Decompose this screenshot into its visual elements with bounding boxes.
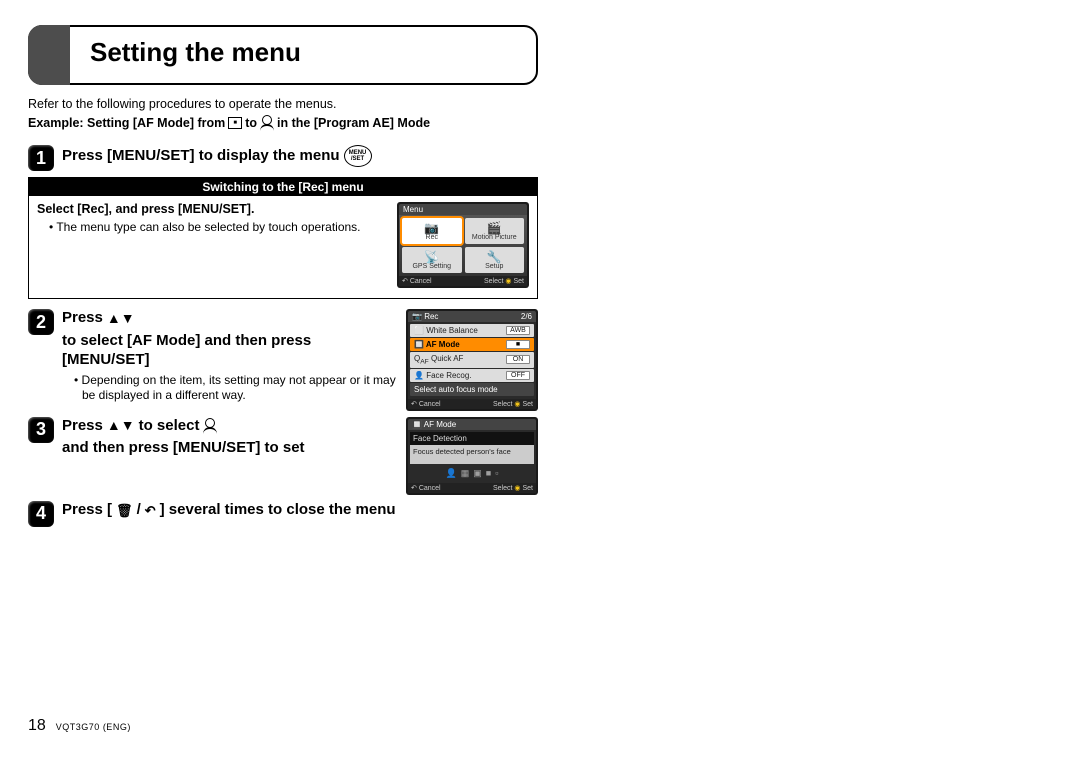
step-number-2: 2	[28, 309, 54, 335]
step-number-4: 4	[28, 501, 54, 527]
menu-tile-rec: 📷Rec	[402, 218, 462, 244]
single-af-icon: ■	[228, 117, 242, 129]
doc-code: VQT3G70 (ENG)	[56, 722, 131, 732]
page-number: 18	[28, 717, 46, 735]
menu-row-facerecog: 👤 Face Recog.OFF	[410, 369, 534, 382]
menu-tile-setup: 🔧Setup	[465, 247, 525, 273]
step-2-bullet: • Depending on the item, its setting may…	[74, 373, 396, 403]
trash-icon: 🗑	[116, 504, 133, 517]
camera-screen-rec-list: 📷 Rec 2/6 ⬜ White BalanceAWB 🔲 AF Mode■ …	[406, 309, 538, 411]
section-title: Setting the menu	[90, 37, 301, 68]
example-suffix: in the [Program AE] Mode	[277, 116, 430, 130]
menu-set-icon: MENU /SET	[344, 145, 372, 167]
example-line: Example: Setting [AF Mode] from ■ to in …	[28, 115, 538, 131]
rec-bullet: • The menu type can also be selected by …	[49, 220, 387, 235]
step-number-1: 1	[28, 145, 54, 171]
example-prefix: Example: Setting [AF Mode] from	[28, 116, 225, 130]
menu-row-afmode: 🔲 AF Mode■	[410, 338, 534, 351]
rec-box-title: Switching to the [Rec] menu	[29, 178, 537, 196]
menu-row-quickaf: QAF Quick AFON	[410, 352, 534, 368]
camera-screen-af-mode: 🔲 AF Mode Face Detection Focus detected …	[406, 417, 538, 495]
up-down-arrows-icon: ▲▼	[107, 417, 135, 435]
af-description: Focus detected person's face	[410, 445, 534, 464]
step-3: 3 Press ▲▼ to select and then press [MEN…	[28, 417, 538, 495]
section-title-box: Setting the menu	[28, 25, 538, 85]
title-tab	[28, 25, 70, 85]
menu-row-wb: ⬜ White BalanceAWB	[410, 324, 534, 337]
camera-screen-menu: Menu 📷Rec 🎬Motion Picture 📡GPS Setting 🔧…	[397, 202, 529, 288]
step-1-text: Press [MENU/SET] to display the menu	[62, 147, 340, 166]
step-4: 4 Press [ 🗑 / ↶ ] several times to close…	[28, 501, 538, 527]
face-detect-icon	[260, 115, 274, 131]
af-selected-label: Face Detection	[410, 432, 534, 445]
menu-hint: Select auto focus mode	[410, 383, 534, 396]
af-mode-icons: 👤▦▣■▫	[410, 464, 534, 481]
step-2: 2 Press ▲▼ to select [AF Mode] and then …	[28, 309, 538, 411]
intro-text: Refer to the following procedures to ope…	[28, 97, 538, 111]
up-down-arrows-icon: ▲▼	[107, 310, 135, 328]
face-detect-icon	[203, 418, 217, 434]
step-2-heading: Press ▲▼ to select [AF Mode] and then pr…	[62, 309, 396, 369]
menu-tile-motion: 🎬Motion Picture	[465, 218, 525, 244]
page-footer: 18 VQT3G70 (ENG)	[28, 717, 131, 735]
menu-tile-gps: 📡GPS Setting	[402, 247, 462, 273]
step-3-heading: Press ▲▼ to select and then press [MENU/…	[62, 417, 396, 459]
rec-menu-box: Switching to the [Rec] menu Select [Rec]…	[28, 177, 538, 299]
return-icon: ↶	[145, 504, 156, 517]
example-mid: to	[245, 116, 257, 130]
step-1: 1 Press [MENU/SET] to display the menu M…	[28, 145, 538, 171]
step-number-3: 3	[28, 417, 54, 443]
rec-select-line: Select [Rec], and press [MENU/SET].	[37, 202, 387, 216]
step-1-heading: Press [MENU/SET] to display the menu MEN…	[62, 145, 372, 167]
step-4-heading: Press [ 🗑 / ↶ ] several times to close t…	[62, 501, 396, 520]
